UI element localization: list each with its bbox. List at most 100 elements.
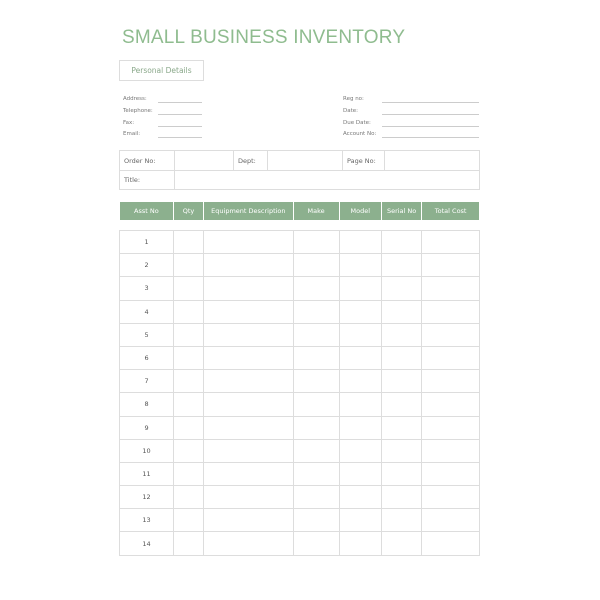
table-cell[interactable] [380, 415, 423, 440]
table-cell[interactable] [173, 369, 205, 394]
table-cell[interactable] [380, 276, 423, 301]
table-cell[interactable] [173, 276, 205, 301]
table-cell[interactable] [421, 438, 480, 463]
table-cell[interactable] [173, 299, 205, 324]
table-cell[interactable] [203, 508, 294, 533]
table-cell[interactable] [173, 415, 205, 440]
table-cell[interactable] [173, 485, 205, 510]
order-no-field[interactable] [174, 150, 234, 171]
table-cell[interactable] [203, 531, 294, 556]
table-cell[interactable] [203, 438, 294, 463]
table-cell[interactable] [421, 369, 480, 394]
table-row: 10 [118, 438, 480, 463]
table-cell[interactable] [292, 369, 340, 394]
table-cell[interactable] [380, 508, 423, 533]
table-cell[interactable] [338, 369, 382, 394]
table-cell[interactable] [380, 322, 423, 347]
table-cell[interactable] [421, 461, 480, 487]
field-input-line[interactable] [158, 102, 202, 103]
table-cell[interactable] [421, 485, 480, 510]
table-cell[interactable] [292, 415, 340, 440]
table-cell[interactable] [292, 438, 340, 463]
table-cell[interactable] [203, 322, 294, 347]
table-cell[interactable] [421, 299, 480, 324]
table-cell[interactable] [203, 485, 294, 510]
table-cell[interactable] [380, 299, 423, 324]
field-input-line[interactable] [158, 126, 202, 127]
title-label: Title: [119, 170, 175, 190]
table-cell[interactable] [292, 485, 340, 510]
table-cell[interactable] [338, 485, 382, 510]
table-cell[interactable] [338, 392, 382, 417]
table-cell[interactable] [421, 531, 480, 556]
table-cell[interactable] [338, 508, 382, 533]
table-cell[interactable] [338, 253, 382, 278]
table-cell[interactable] [173, 392, 205, 417]
table-row: 14 [118, 531, 480, 556]
table-cell[interactable] [380, 531, 423, 556]
table-cell[interactable] [173, 438, 205, 463]
table-cell[interactable] [421, 392, 480, 417]
field-input-line[interactable] [382, 126, 479, 127]
page-no-field[interactable] [384, 150, 480, 171]
table-cell[interactable] [173, 322, 205, 347]
field-input-line[interactable] [382, 137, 479, 138]
table-cell[interactable] [338, 438, 382, 463]
row-number: 2 [118, 253, 175, 278]
table-cell[interactable] [421, 253, 480, 278]
table-cell[interactable] [380, 229, 423, 255]
table-cell[interactable] [292, 276, 340, 301]
field-input-line[interactable] [382, 102, 479, 103]
table-cell[interactable] [380, 438, 423, 463]
table-cell[interactable] [203, 299, 294, 324]
table-cell[interactable] [380, 392, 423, 417]
table-cell[interactable] [292, 253, 340, 278]
table-cell[interactable] [173, 345, 205, 371]
table-cell[interactable] [338, 276, 382, 301]
table-cell[interactable] [421, 415, 480, 440]
table-cell[interactable] [380, 369, 423, 394]
table-cell[interactable] [292, 392, 340, 417]
table-cell[interactable] [380, 461, 423, 487]
table-cell[interactable] [292, 461, 340, 487]
table-cell[interactable] [173, 508, 205, 533]
table-cell[interactable] [203, 392, 294, 417]
table-cell[interactable] [203, 229, 294, 255]
table-cell[interactable] [338, 229, 382, 255]
table-cell[interactable] [421, 322, 480, 347]
table-cell[interactable] [173, 461, 205, 487]
table-cell[interactable] [203, 253, 294, 278]
table-cell[interactable] [338, 322, 382, 347]
dept-field[interactable] [267, 150, 343, 171]
table-cell[interactable] [421, 508, 480, 533]
table-cell[interactable] [380, 485, 423, 510]
table-cell[interactable] [203, 276, 294, 301]
table-cell[interactable] [338, 461, 382, 487]
table-cell[interactable] [203, 369, 294, 394]
table-cell[interactable] [421, 229, 480, 255]
table-cell[interactable] [173, 531, 205, 556]
table-cell[interactable] [421, 276, 480, 301]
table-cell[interactable] [421, 345, 480, 371]
table-cell[interactable] [338, 531, 382, 556]
table-cell[interactable] [292, 508, 340, 533]
table-cell[interactable] [173, 229, 205, 255]
table-cell[interactable] [173, 253, 205, 278]
table-cell[interactable] [380, 345, 423, 371]
table-cell[interactable] [203, 415, 294, 440]
table-cell[interactable] [338, 345, 382, 371]
table-cell[interactable] [292, 299, 340, 324]
table-cell[interactable] [292, 229, 340, 255]
table-cell[interactable] [203, 461, 294, 487]
table-cell[interactable] [338, 415, 382, 440]
table-cell[interactable] [292, 531, 340, 556]
table-cell[interactable] [292, 322, 340, 347]
table-cell[interactable] [203, 345, 294, 371]
title-field[interactable] [174, 170, 480, 190]
table-cell[interactable] [292, 345, 340, 371]
field-input-line[interactable] [158, 137, 202, 138]
field-input-line[interactable] [158, 114, 202, 115]
field-input-line[interactable] [382, 114, 479, 115]
table-cell[interactable] [380, 253, 423, 278]
table-cell[interactable] [338, 299, 382, 324]
